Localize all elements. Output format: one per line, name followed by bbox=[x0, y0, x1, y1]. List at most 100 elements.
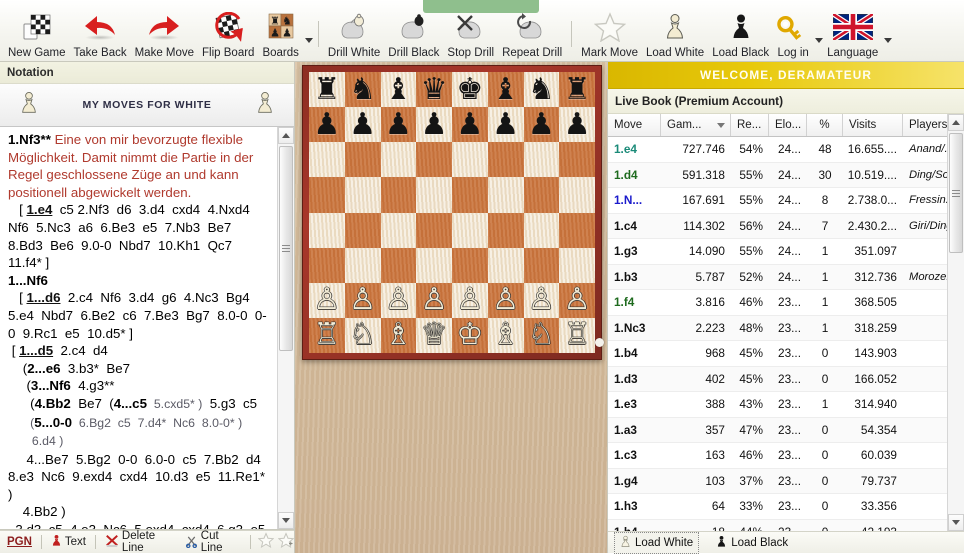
board-square-d1[interactable]: ♕ bbox=[416, 318, 452, 353]
notation-segment[interactable]: 1.Nf3** bbox=[8, 132, 51, 147]
board-square-e1[interactable]: ♔ bbox=[452, 318, 488, 353]
table-row[interactable]: 1.h41844%23...042.193 bbox=[608, 520, 964, 532]
notation-scrollbar[interactable] bbox=[277, 127, 294, 529]
board-square-h3[interactable] bbox=[559, 248, 595, 283]
star-outline-icon[interactable] bbox=[258, 532, 274, 553]
black-king-piece[interactable]: ♚ bbox=[456, 75, 483, 105]
white-knight-piece[interactable]: ♘ bbox=[349, 320, 376, 350]
black-pawn-piece[interactable]: ♟ bbox=[349, 110, 376, 140]
column-header-visits[interactable]: Visits bbox=[843, 114, 903, 136]
load-white-button[interactable]: Load White bbox=[614, 532, 699, 554]
white-pawn-piece[interactable]: ♙ bbox=[313, 285, 340, 315]
table-row[interactable]: 1.a335747%23...054.354 bbox=[608, 418, 964, 444]
notation-segment[interactable]: 1...Nf6 bbox=[8, 273, 48, 288]
board-square-b2[interactable]: ♙ bbox=[345, 283, 381, 318]
board-square-b1[interactable]: ♘ bbox=[345, 318, 381, 353]
board-square-a2[interactable]: ♙ bbox=[309, 283, 345, 318]
star-add-icon[interactable] bbox=[278, 532, 294, 553]
column-header-gam[interactable]: Gam... bbox=[661, 114, 731, 136]
white-bishop-piece[interactable]: ♗ bbox=[492, 320, 519, 350]
notation-segment[interactable]: 4...c5 bbox=[114, 396, 147, 411]
board-square-a5[interactable] bbox=[309, 177, 345, 212]
white-rook-piece[interactable]: ♖ bbox=[313, 320, 340, 350]
board-square-c6[interactable] bbox=[381, 142, 417, 177]
black-rook-piece[interactable]: ♜ bbox=[313, 75, 340, 105]
black-pawn-piece[interactable]: ♟ bbox=[564, 110, 591, 140]
board-square-g8[interactable]: ♞ bbox=[524, 72, 560, 107]
board-square-c1[interactable]: ♗ bbox=[381, 318, 417, 353]
board-square-f7[interactable]: ♟ bbox=[488, 107, 524, 142]
notation-segment[interactable]: 4.Bb2 bbox=[35, 396, 71, 411]
black-pawn-piece[interactable]: ♟ bbox=[456, 110, 483, 140]
toolbar-button-load-black[interactable]: Load Black bbox=[708, 1, 773, 59]
board-square-f5[interactable] bbox=[488, 177, 524, 212]
scroll-up-button[interactable] bbox=[948, 114, 964, 131]
board-square-d2[interactable]: ♙ bbox=[416, 283, 452, 318]
black-pawn-piece[interactable]: ♟ bbox=[492, 110, 519, 140]
white-pawn-piece[interactable]: ♙ bbox=[421, 285, 448, 315]
table-row[interactable]: 1.c316346%23...060.039 bbox=[608, 443, 964, 469]
board-square-b6[interactable] bbox=[345, 142, 381, 177]
scrollbar-thumb[interactable] bbox=[949, 133, 963, 253]
table-row[interactable]: 1.e338843%23...1314.940 bbox=[608, 392, 964, 418]
black-queen-piece[interactable]: ♛ bbox=[421, 75, 448, 105]
toolbar-button-stop-drill[interactable]: Stop Drill bbox=[443, 1, 498, 59]
black-bishop-piece[interactable]: ♝ bbox=[385, 75, 412, 105]
black-pawn-piece[interactable]: ♟ bbox=[528, 110, 555, 140]
pgn-button[interactable]: PGN bbox=[5, 536, 34, 548]
toolbar-button-new-game[interactable]: New Game bbox=[4, 1, 70, 59]
toolbar-button-flip-board[interactable]: Flip Board bbox=[198, 1, 258, 59]
notation-segment[interactable]: 1...d6 bbox=[26, 290, 60, 305]
toolbar-button-mark-move[interactable]: Mark Move bbox=[577, 1, 642, 59]
white-bishop-piece[interactable]: ♗ bbox=[385, 320, 412, 350]
board-square-h2[interactable]: ♙ bbox=[559, 283, 595, 318]
board-square-f6[interactable] bbox=[488, 142, 524, 177]
table-row[interactable]: 1.Nc32.22348%23...1318.259 bbox=[608, 316, 964, 342]
board-square-b7[interactable]: ♟ bbox=[345, 107, 381, 142]
white-queen-piece[interactable]: ♕ bbox=[421, 320, 448, 350]
table-row[interactable]: 1.b496845%23...0143.903 bbox=[608, 341, 964, 367]
board-square-c7[interactable]: ♟ bbox=[381, 107, 417, 142]
live-book-scrollbar[interactable] bbox=[947, 114, 964, 531]
board-square-d6[interactable] bbox=[416, 142, 452, 177]
board-square-b4[interactable] bbox=[345, 213, 381, 248]
board-square-a4[interactable] bbox=[309, 213, 345, 248]
board-square-g3[interactable] bbox=[524, 248, 560, 283]
board-square-h5[interactable] bbox=[559, 177, 595, 212]
table-row[interactable]: 1.h36433%23...033.356 bbox=[608, 494, 964, 520]
board-square-a1[interactable]: ♖ bbox=[309, 318, 345, 353]
board-square-a8[interactable]: ♜ bbox=[309, 72, 345, 107]
board-square-g2[interactable]: ♙ bbox=[524, 283, 560, 318]
board-square-a3[interactable] bbox=[309, 248, 345, 283]
board-square-d7[interactable]: ♟ bbox=[416, 107, 452, 142]
toolbar-button-drill-black[interactable]: Drill Black bbox=[384, 1, 443, 59]
board-square-a6[interactable] bbox=[309, 142, 345, 177]
toolbar-button-make-move[interactable]: Make Move bbox=[131, 1, 198, 59]
board-square-d3[interactable] bbox=[416, 248, 452, 283]
board-square-e8[interactable]: ♚ bbox=[452, 72, 488, 107]
language-dropdown-caret-icon[interactable] bbox=[884, 38, 892, 43]
table-row[interactable]: 1.c4114.30256%24...72.430.2...Giri/Ding bbox=[608, 214, 964, 240]
white-pawn-piece[interactable]: ♙ bbox=[492, 285, 519, 315]
black-pawn-piece[interactable]: ♟ bbox=[421, 110, 448, 140]
board-square-b3[interactable] bbox=[345, 248, 381, 283]
notation-body[interactable]: 1.Nf3** Eine von mir bevorzugte flexible… bbox=[0, 127, 294, 530]
board-square-g4[interactable] bbox=[524, 213, 560, 248]
black-pawn-piece[interactable]: ♟ bbox=[313, 110, 340, 140]
column-header-elo[interactable]: Elo... bbox=[769, 114, 807, 136]
white-pawn-piece[interactable]: ♙ bbox=[385, 285, 412, 315]
board-square-f3[interactable] bbox=[488, 248, 524, 283]
chess-board[interactable]: ♜♞♝♛♚♝♞♜♟♟♟♟♟♟♟♟♙♙♙♙♙♙♙♙♖♘♗♕♔♗♘♖ bbox=[309, 72, 595, 353]
board-square-g7[interactable]: ♟ bbox=[524, 107, 560, 142]
white-pawn-piece[interactable]: ♙ bbox=[528, 285, 555, 315]
cut-line-button[interactable]: Cut Line bbox=[183, 530, 243, 554]
white-pawn-piece[interactable]: ♙ bbox=[349, 285, 376, 315]
black-rook-piece[interactable]: ♜ bbox=[564, 75, 591, 105]
board-square-c5[interactable] bbox=[381, 177, 417, 212]
toolbar-button-log-in[interactable]: Log in bbox=[773, 1, 813, 59]
black-knight-piece[interactable]: ♞ bbox=[528, 75, 555, 105]
white-knight-piece[interactable]: ♘ bbox=[528, 320, 555, 350]
board-square-h6[interactable] bbox=[559, 142, 595, 177]
board-square-e2[interactable]: ♙ bbox=[452, 283, 488, 318]
board-square-g1[interactable]: ♘ bbox=[524, 318, 560, 353]
